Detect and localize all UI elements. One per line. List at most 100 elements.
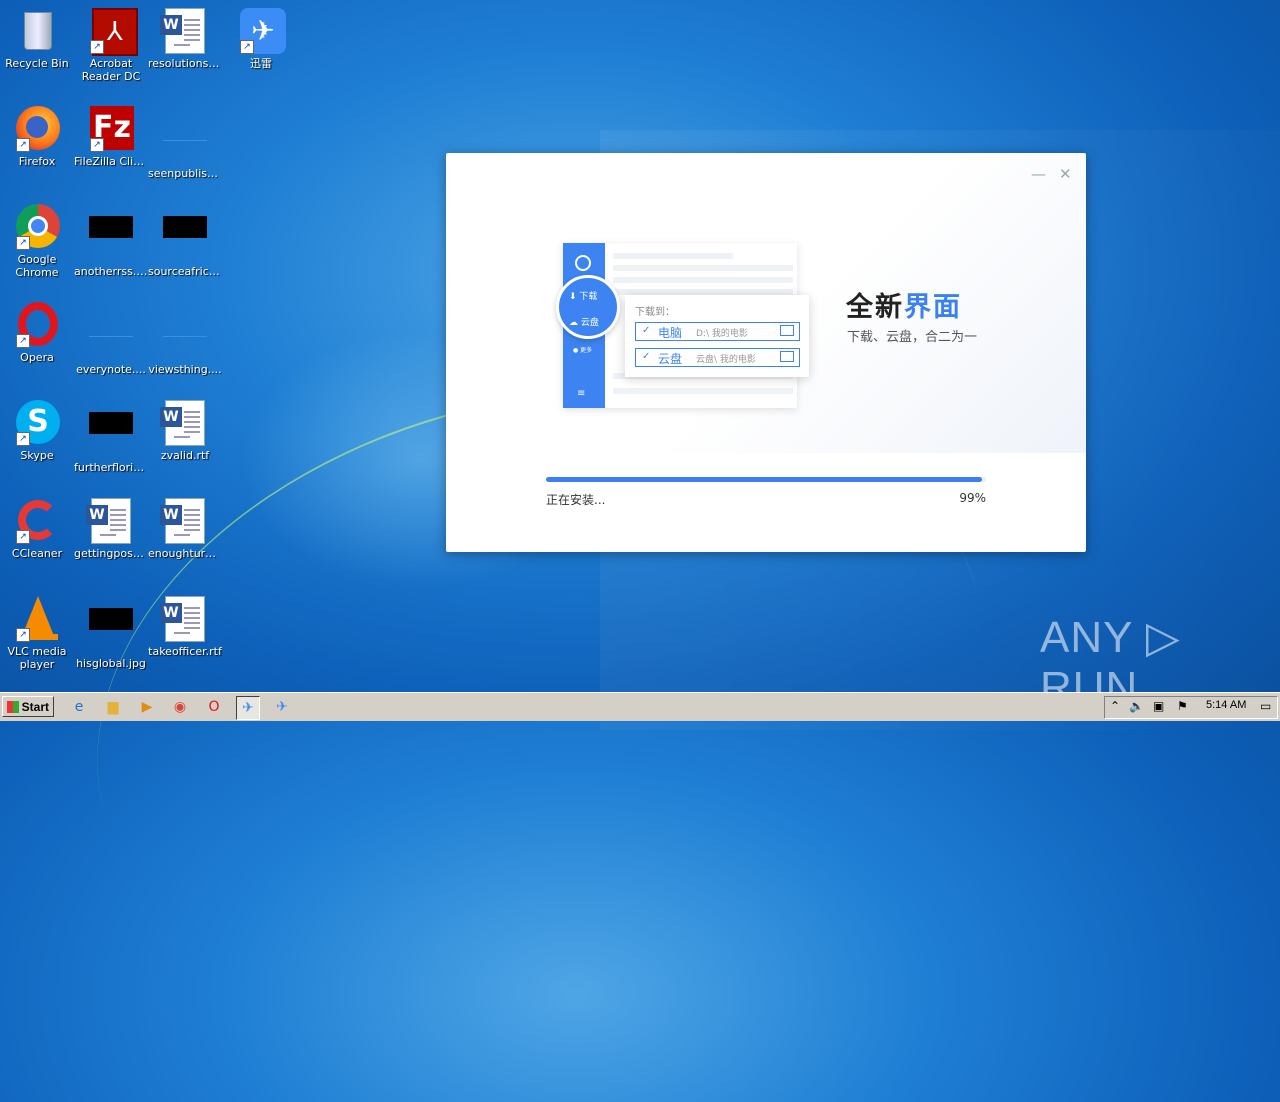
desktop-icon-recycle-bin[interactable]: Recycle Bin <box>0 8 74 70</box>
menu-icon: ≡ <box>577 388 586 399</box>
desktop-icon-enoughturn[interactable]: W enoughturn.... <box>148 498 222 560</box>
desktop-icon-resolutions[interactable]: W resolutions.... <box>148 8 222 70</box>
download-to-popup: 下载到： ✓ 电脑 D:\ 我的电影 ✓ 云盘 云盘\ 我的电影 <box>625 295 809 377</box>
icon-label: FileZilla Client <box>74 155 148 168</box>
desktop-icon-takeofficer[interactable]: W takeofficer.rtf <box>148 596 222 658</box>
desktop-icon-filezilla[interactable]: Fz ↗ FileZilla Client <box>74 106 148 168</box>
headline: 全新界面 <box>846 292 962 323</box>
tray-expand-icon[interactable]: ⌃ <box>1110 699 1120 713</box>
xunlei-bird-icon: ✈ ↗ <box>238 8 286 54</box>
close-button[interactable]: ✕ <box>1059 165 1072 183</box>
file-thumbnail-icon <box>162 118 208 164</box>
desktop-icon-anotherrss[interactable]: anotherrss.jpg <box>74 204 148 278</box>
icon-label: gettingpost.... <box>74 547 148 560</box>
firefox-icon: ↗ <box>14 106 60 152</box>
icon-label: enoughturn.... <box>148 547 222 560</box>
tab-highlight-circle: ⬇ 下载 ☁ 云盘 <box>556 275 620 339</box>
download-tab: ⬇ 下载 <box>569 292 598 302</box>
shortcut-arrow-icon: ↗ <box>90 40 104 54</box>
file-thumbnail-icon <box>162 314 208 360</box>
system-tray: ⌃ 🔈 ▣ ⚑ ▭ <box>1104 696 1278 719</box>
desktop-icon-seenpublish[interactable]: seenpublish.... <box>148 106 222 180</box>
check-icon: ✓ <box>642 325 651 336</box>
popup-label: 下载到： <box>635 307 675 318</box>
icon-label: VLC media player <box>7 645 67 671</box>
shortcut-arrow-icon: ↗ <box>16 236 30 250</box>
desktop-icon-sourceafric[interactable]: sourceafric.... <box>148 204 222 278</box>
ie-icon[interactable]: e <box>68 696 90 718</box>
shortcut-arrow-icon: ↗ <box>16 334 30 348</box>
desktop-icon-xunlei[interactable]: ✈ ↗ 迅雷 <box>224 8 298 70</box>
install-percent: 99% <box>959 491 986 505</box>
shortcut-arrow-icon: ↗ <box>16 138 30 152</box>
word-document-icon: W <box>160 498 208 544</box>
explorer-folder-icon[interactable]: ▆ <box>102 696 124 718</box>
icon-label: anotherrss.jpg <box>74 265 148 278</box>
check-icon: ✓ <box>642 351 651 362</box>
chrome-taskbar-icon[interactable]: ◉ <box>169 696 191 718</box>
install-progress-bar <box>546 477 986 482</box>
icon-label: Skype <box>20 449 54 462</box>
icon-label: CCleaner <box>11 547 63 560</box>
icon-label: Acrobat Reader DC <box>81 57 141 83</box>
xunlei-installer-taskbar-icon[interactable]: ✈ <box>236 696 260 720</box>
image-thumbnail-icon <box>88 412 134 458</box>
icon-label: zvalid.rtf <box>160 449 210 462</box>
ccleaner-icon: ↗ <box>14 498 60 544</box>
icon-label: resolutions.... <box>148 57 222 70</box>
skype-icon: S ↗ <box>14 400 60 446</box>
option-cloud: ✓ 云盘 云盘\ 我的电影 <box>635 348 800 367</box>
recycle-bin-icon <box>14 8 60 54</box>
desktop-icon-vlc[interactable]: ↗ VLC media player <box>0 596 74 671</box>
desktop-icon-skype[interactable]: S ↗ Skype <box>0 400 74 462</box>
desktop-icon-zvalid[interactable]: W zvalid.rtf <box>148 400 222 462</box>
cloud-tab: ☁ 云盘 <box>569 318 599 328</box>
installer-window: — ✕ ≡ ● 更多 ⬇ 下载 ☁ 云盘 下载到： ✓ 电脑 D:\ 我的电影 <box>446 153 1086 552</box>
desktop-icon-acrobat[interactable]: ⅄ ↗ Acrobat Reader DC <box>74 8 148 83</box>
icon-label: viewsthing.... <box>148 363 222 376</box>
taskbar-clock[interactable]: 5:14 AM <box>1206 699 1246 711</box>
icon-label: Opera <box>20 351 54 364</box>
windows-flag-icon <box>7 701 19 713</box>
desktop-icon-ccleaner[interactable]: ↗ CCleaner <box>0 498 74 560</box>
action-center-flag-icon[interactable]: ⚑ <box>1177 699 1188 713</box>
icon-label: Firefox <box>18 155 56 168</box>
shortcut-arrow-icon: ↗ <box>90 138 104 152</box>
icon-label: takeofficer.rtf <box>148 645 222 658</box>
desktop-icon-furtherflorid[interactable]: furtherflorid... <box>74 400 148 474</box>
shortcut-arrow-icon: ↗ <box>16 432 30 446</box>
folder-icon <box>780 325 794 336</box>
desktop-icon-gettingpost[interactable]: W gettingpost.... <box>74 498 148 560</box>
icon-label: everynote.... <box>76 363 146 376</box>
desktop-icon-viewsthing[interactable]: viewsthing.... <box>148 302 222 376</box>
icon-label: seenpublish.... <box>148 167 222 180</box>
chrome-icon: ↗ <box>14 204 60 250</box>
show-desktop-icon[interactable]: ▭ <box>1260 699 1271 713</box>
shortcut-arrow-icon: ↗ <box>240 40 254 54</box>
desktop-icon-hisglobal[interactable]: hisglobal.jpg <box>74 596 148 670</box>
desktop-icon-chrome[interactable]: ↗ Google Chrome <box>0 204 74 279</box>
start-button[interactable]: Start <box>2 696 54 717</box>
icon-label: 迅雷 <box>250 57 272 70</box>
filezilla-icon: Fz ↗ <box>88 106 134 152</box>
avatar-icon <box>575 255 591 271</box>
desktop-icon-firefox[interactable]: ↗ Firefox <box>0 106 74 168</box>
word-document-icon: W <box>160 596 208 642</box>
minimize-button[interactable]: — <box>1031 165 1046 183</box>
image-thumbnail-icon <box>162 216 208 262</box>
subheadline: 下载、云盘，合二为一 <box>847 330 978 345</box>
file-thumbnail-icon <box>88 314 134 360</box>
desktop-icon-opera[interactable]: ↗ Opera <box>0 302 74 364</box>
desktop-icon-everynote[interactable]: everynote.... <box>74 302 148 376</box>
install-status-text: 正在安装... <box>546 493 606 507</box>
icon-label: sourceafric.... <box>148 265 222 278</box>
opera-taskbar-icon[interactable]: O <box>203 696 225 718</box>
network-icon[interactable]: ▣ <box>1153 699 1164 713</box>
xunlei-taskbar-icon[interactable]: ✈ <box>271 696 293 718</box>
image-thumbnail-icon <box>88 608 134 654</box>
media-player-icon[interactable]: ▶ <box>136 696 158 718</box>
folder-icon <box>780 351 794 362</box>
vlc-cone-icon: ↗ <box>14 596 60 642</box>
volume-icon[interactable]: 🔈 <box>1129 699 1144 713</box>
word-document-icon: W <box>160 400 208 446</box>
